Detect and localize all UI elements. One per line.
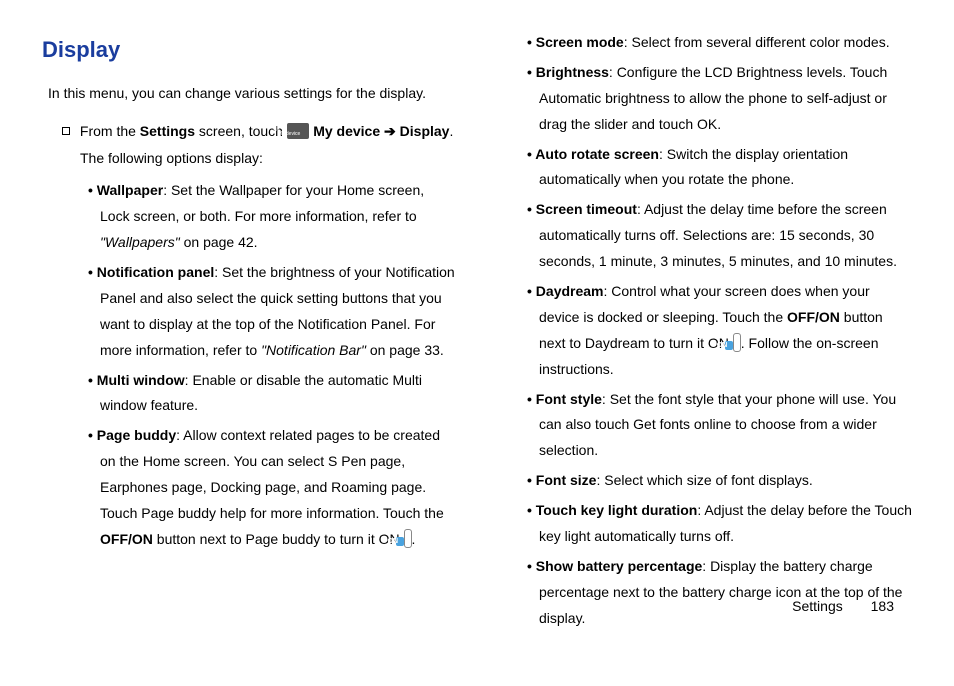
list-item: Font style: Set the font style that your… <box>539 387 912 465</box>
option-body-2: button next to Page buddy to turn it ON <box>153 531 404 547</box>
option-title: Font style <box>536 391 602 407</box>
option-body: : Select from several different color mo… <box>624 34 890 50</box>
section-title: Display <box>42 30 457 71</box>
list-item: Screen timeout: Adjust the delay time be… <box>539 197 912 275</box>
option-title: Auto rotate screen <box>535 146 659 162</box>
my-device-icon: ▤My device <box>287 123 309 139</box>
option-bold-inline: OFF/ON <box>100 531 153 547</box>
option-title: Touch key light duration <box>536 502 698 518</box>
option-title: Multi window <box>97 372 185 388</box>
list-item: Wallpaper: Set the Wallpaper for your Ho… <box>100 178 457 256</box>
list-item: Page buddy: Allow context related pages … <box>100 423 457 552</box>
option-title: Page buddy <box>97 427 176 443</box>
step-settings-label: Settings <box>140 123 195 139</box>
step-instruction: From the Settings screen, touch ▤My devi… <box>80 119 457 145</box>
step-text-1: From the <box>80 123 140 139</box>
options-list-right: Screen mode: Select from several differe… <box>527 30 912 632</box>
footer-section: Settings <box>792 598 843 614</box>
cross-reference: "Notification Bar" <box>261 342 366 358</box>
list-item: Show battery percentage: Display the bat… <box>539 554 912 632</box>
square-bullet-icon <box>62 127 70 135</box>
option-tail: . <box>412 531 416 547</box>
footer-page-number: 183 <box>871 598 894 614</box>
options-list-left: Wallpaper: Set the Wallpaper for your Ho… <box>88 178 457 552</box>
intro-text: In this menu, you can change various set… <box>48 81 457 107</box>
option-title: Notification panel <box>97 264 214 280</box>
list-item: Brightness: Configure the LCD Brightness… <box>539 60 912 138</box>
option-body: : Select which size of font displays. <box>596 472 812 488</box>
option-title: Daydream <box>536 283 604 299</box>
page-footer: Settings 183 <box>792 598 894 614</box>
list-item: Notification panel: Set the brightness o… <box>100 260 457 364</box>
option-title: Font size <box>536 472 597 488</box>
list-item: Font size: Select which size of font dis… <box>539 468 912 494</box>
option-tail: on page 42. <box>180 234 258 250</box>
step-mydevice-label: My device ➔ Display <box>313 123 449 139</box>
list-item: Screen mode: Select from several differe… <box>539 30 912 56</box>
option-bold-inline: OFF/ON <box>787 309 840 325</box>
option-title: Show battery percentage <box>536 558 703 574</box>
option-title: Screen timeout <box>536 201 637 217</box>
list-item: Multi window: Enable or disable the auto… <box>100 368 457 420</box>
option-title: Screen mode <box>536 34 624 50</box>
option-title: Wallpaper <box>97 182 163 198</box>
arrow-icon: ➔ <box>384 123 396 139</box>
list-item: Touch key light duration: Adjust the del… <box>539 498 912 550</box>
following-text: The following options display: <box>80 146 457 172</box>
option-title: Brightness <box>536 64 609 80</box>
list-item: Auto rotate screen: Switch the display o… <box>539 142 912 194</box>
option-tail: on page 33. <box>366 342 444 358</box>
cross-reference: "Wallpapers" <box>100 234 180 250</box>
on-toggle-icon: ON <box>733 333 741 352</box>
step-period: . <box>449 123 453 139</box>
on-toggle-icon: ON <box>404 529 412 548</box>
list-item: Daydream: Control what your screen does … <box>539 279 912 383</box>
